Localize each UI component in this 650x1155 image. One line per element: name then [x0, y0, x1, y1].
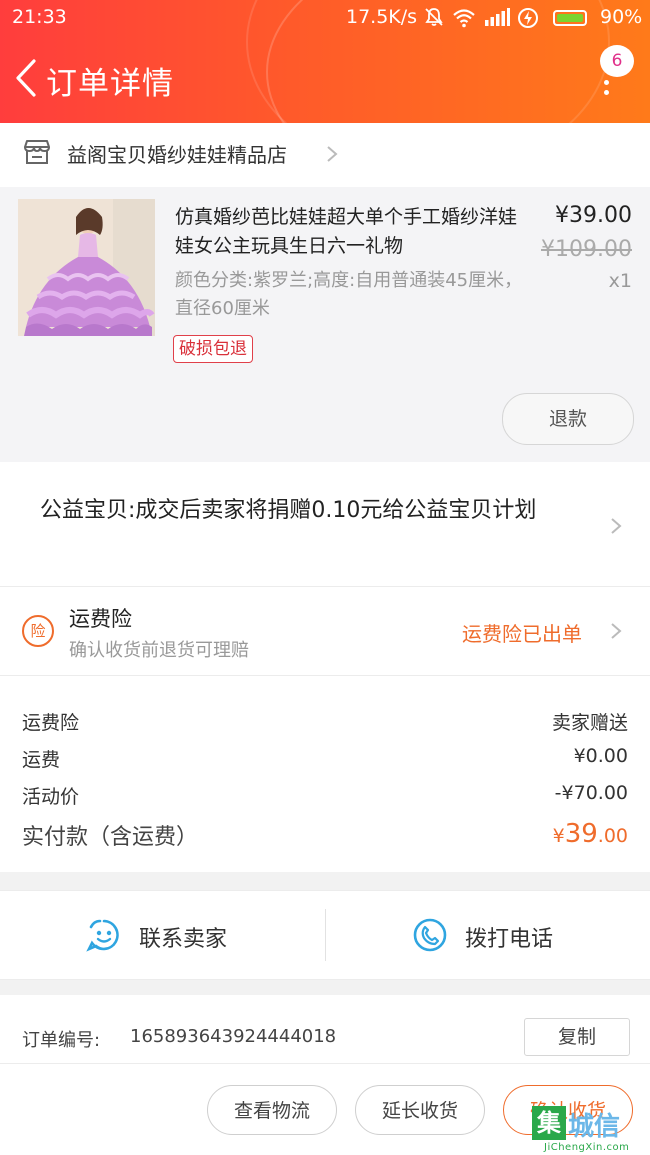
- fee-label: 运费: [22, 749, 61, 771]
- contact-seller-button[interactable]: 联系卖家: [0, 891, 325, 979]
- product-price: ¥39.00: [555, 203, 632, 228]
- product-item[interactable]: 仿真婚纱芭比娃娃超大单个手工婚纱洋娃娃女公主玩具生日六一礼物 颜色分类:紫罗兰;…: [0, 187, 650, 462]
- extend-receipt-button[interactable]: 延长收货: [355, 1085, 485, 1135]
- insurance-title: 运费险: [69, 607, 132, 631]
- battery-icon: [553, 10, 587, 26]
- fee-value: 卖家赠送: [551, 712, 628, 734]
- mute-bell-icon: [423, 6, 445, 33]
- call-phone-button[interactable]: 拨打电话: [326, 891, 650, 979]
- back-button[interactable]: [12, 58, 40, 98]
- product-original-price: ¥109.00: [541, 237, 632, 262]
- status-bar: 21:33 17.5K/s 90%: [0, 0, 650, 36]
- order-number-value: 165893643924444018: [130, 1026, 337, 1047]
- fee-summary: 运费险 卖家赠送 运费 ¥0.00 活动价 -¥70.00 实付款（含运费） ¥…: [0, 676, 650, 872]
- status-time: 21:33: [12, 6, 67, 28]
- shop-name: 益阁宝贝婚纱娃娃精品店: [67, 143, 287, 167]
- chevron-right-icon: [326, 145, 338, 163]
- chevron-right-icon: [610, 622, 622, 640]
- damage-return-tag: 破损包退: [173, 335, 253, 363]
- battery-percent: 90%: [600, 6, 643, 28]
- charity-row[interactable]: 公益宝贝:成交后卖家将捐赠0.10元给公益宝贝计划: [0, 462, 650, 587]
- site-watermark: 集 城信 JiChengXin.com: [532, 1106, 650, 1155]
- header-bar: 21:33 17.5K/s 90% 订单详情 6: [0, 0, 650, 123]
- fee-value: ¥0.00: [573, 745, 628, 767]
- charging-icon: [517, 7, 539, 34]
- contact-bar: 联系卖家 拨打电话: [0, 890, 650, 980]
- more-dot-icon: [604, 90, 609, 95]
- watermark-url: JiChengXin.com: [544, 1142, 630, 1153]
- total-currency: ¥: [552, 825, 565, 847]
- wifi-icon: [452, 8, 476, 33]
- order-number-row: 订单编号: 165893643924444018 复制: [0, 995, 650, 1064]
- order-number-label: 订单编号:: [22, 1030, 101, 1051]
- fee-label: 运费险: [22, 712, 80, 734]
- product-title[interactable]: 仿真婚纱芭比娃娃超大单个手工婚纱洋娃娃女公主玩具生日六一礼物: [175, 203, 525, 261]
- watermark-logo: 集: [532, 1106, 566, 1140]
- signal-icon: [484, 8, 510, 31]
- insurance-subtitle: 确认收货前退货可理赔: [69, 640, 249, 661]
- copy-button[interactable]: 复制: [524, 1018, 630, 1056]
- fee-value: -¥70.00: [554, 782, 628, 804]
- call-phone-label: 拨打电话: [465, 927, 554, 952]
- status-net-speed: 17.5K/s: [346, 6, 418, 28]
- chevron-left-icon: [16, 59, 36, 97]
- more-dot-icon: [604, 80, 609, 85]
- contact-seller-label: 联系卖家: [139, 927, 228, 952]
- refund-button[interactable]: 退款: [502, 393, 634, 445]
- total-integer: 39: [564, 819, 598, 849]
- fee-label: 活动价: [22, 786, 80, 808]
- message-count-badge[interactable]: 6: [600, 45, 634, 77]
- view-logistics-button[interactable]: 查看物流: [207, 1085, 337, 1135]
- watermark-text: 城信: [568, 1112, 621, 1142]
- product-image[interactable]: [18, 199, 155, 336]
- shop-row[interactable]: 益阁宝贝婚纱娃娃精品店: [0, 123, 650, 187]
- shipping-insurance-row[interactable]: 险 运费险 确认收货前退货可理赔 运费险已出单: [0, 587, 650, 676]
- insurance-icon: 险: [22, 615, 54, 647]
- chevron-right-icon: [610, 517, 622, 535]
- product-quantity: x1: [608, 270, 632, 292]
- phone-icon: [412, 917, 448, 957]
- page-title: 订单详情: [46, 66, 174, 102]
- shop-icon: [22, 137, 52, 167]
- charity-text: 公益宝贝:成交后卖家将捐赠0.10元给公益宝贝计划: [40, 498, 537, 523]
- chat-face-icon: [86, 917, 122, 957]
- total-decimal: .00: [597, 825, 628, 847]
- total-value: ¥39.00: [553, 819, 628, 849]
- total-label: 实付款（含运费）: [22, 825, 199, 850]
- product-sku: 颜色分类:紫罗兰;高度:自用普通装45厘米，直径60厘米: [175, 270, 523, 319]
- insurance-status: 运费险已出单: [462, 622, 582, 646]
